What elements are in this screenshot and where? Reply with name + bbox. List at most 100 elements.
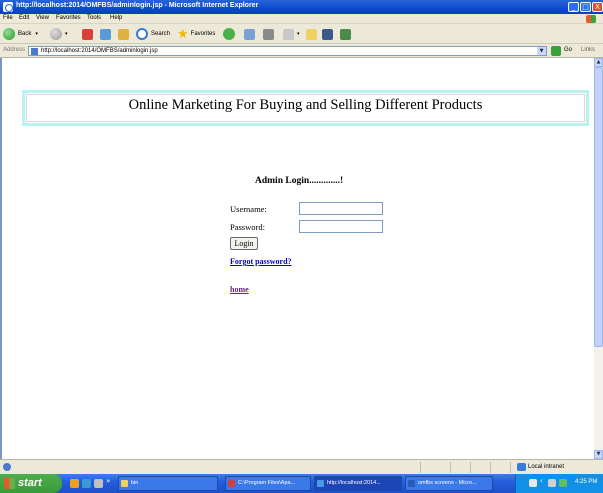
- password-field[interactable]: [299, 220, 383, 233]
- menu-bar: File Edit View Favorites Tools Help: [0, 14, 603, 24]
- mail-button[interactable]: [244, 27, 255, 41]
- tray-expand-icon[interactable]: ‹: [540, 477, 543, 485]
- research-icon: [322, 28, 333, 40]
- toolbar: Back ▾ ▾ Search ★ Favorites ▾: [0, 24, 603, 44]
- go-button[interactable]: Go: [564, 47, 572, 53]
- chevron-down-icon[interactable]: ▼: [537, 47, 546, 55]
- maximize-button[interactable]: □: [580, 2, 591, 12]
- password-label: Password:: [230, 222, 265, 232]
- address-input[interactable]: http://localhost:2014/OMFBS/adminlogin.j…: [28, 46, 547, 56]
- task-label: http://localhost:2014...: [327, 480, 381, 486]
- menu-edit[interactable]: Edit: [19, 15, 29, 21]
- favorites-label: Favorites: [190, 31, 216, 37]
- go-arrow-icon[interactable]: [551, 46, 561, 56]
- home-icon: [118, 28, 129, 40]
- page-status-icon: [3, 463, 11, 471]
- address-url: http://localhost:2014/OMFBS/adminlogin.j…: [41, 48, 158, 54]
- task-label: omfbs screens - Micro...: [418, 480, 477, 486]
- quicklaunch-ie-icon[interactable]: [82, 479, 91, 488]
- title-bar: http://localhost:2014/OMFBS/adminlogin.j…: [0, 0, 603, 14]
- username-field[interactable]: [299, 202, 383, 215]
- ie-icon: [317, 480, 324, 487]
- status-divider: [420, 462, 421, 473]
- search-button[interactable]: Search: [136, 27, 170, 41]
- windows-logo-icon: [4, 478, 15, 489]
- page-content: Online Marketing For Buying and Selling …: [0, 58, 594, 459]
- word-icon: [408, 480, 415, 487]
- menu-tools[interactable]: Tools: [87, 15, 101, 21]
- quicklaunch-more-icon[interactable]: »: [106, 477, 110, 485]
- history-button[interactable]: [223, 27, 235, 41]
- chevron-down-icon: ▾: [65, 31, 68, 37]
- start-label: start: [18, 477, 42, 489]
- print-icon: [263, 28, 274, 40]
- back-arrow-icon: [3, 28, 15, 40]
- tray-network-icon[interactable]: [548, 479, 556, 487]
- tray-keyboard-icon[interactable]: [529, 479, 537, 487]
- login-button[interactable]: Login: [230, 237, 258, 250]
- window-title: http://localhost:2014/OMFBS/adminlogin.j…: [16, 2, 259, 9]
- quicklaunch-firefox-icon[interactable]: [70, 479, 79, 488]
- mail-icon: [244, 28, 255, 40]
- tray-shield-icon[interactable]: [559, 479, 567, 487]
- research-button[interactable]: [322, 27, 333, 41]
- status-divider: [490, 462, 491, 473]
- edit-button[interactable]: ▾: [283, 27, 300, 41]
- vertical-scrollbar[interactable]: ▲ ▼: [594, 58, 603, 459]
- scroll-down-icon[interactable]: ▼: [594, 450, 603, 459]
- taskbar: start » bin C:\Program Files\Apa... http…: [0, 474, 603, 493]
- banner: Online Marketing For Buying and Selling …: [22, 90, 589, 126]
- quicklaunch-media-icon[interactable]: [94, 479, 103, 488]
- back-button[interactable]: Back ▾: [3, 27, 38, 41]
- home-toolbar-button[interactable]: [118, 27, 129, 41]
- task-label: bin: [131, 480, 139, 486]
- task-program-files[interactable]: C:\Program Files\Apa...: [225, 476, 311, 491]
- ie-logo-icon: [3, 2, 13, 12]
- messenger-icon: [340, 28, 351, 40]
- system-tray: ‹ 4:25 PM: [515, 474, 603, 493]
- start-button[interactable]: start: [0, 474, 62, 493]
- search-label: Search: [151, 31, 171, 37]
- clock: 4:25 PM: [575, 479, 598, 485]
- folder-icon: [306, 28, 317, 40]
- menu-view[interactable]: View: [36, 15, 49, 21]
- page-icon: [31, 48, 38, 55]
- refresh-button[interactable]: [100, 27, 111, 41]
- back-label: Back: [18, 31, 32, 37]
- username-label: Username:: [230, 204, 267, 214]
- forward-button[interactable]: ▾: [50, 27, 68, 41]
- task-word[interactable]: omfbs screens - Micro...: [405, 476, 493, 491]
- favorites-button[interactable]: ★ Favorites: [177, 27, 215, 41]
- menu-file[interactable]: File: [3, 15, 13, 21]
- login-heading: Admin Login.............!: [255, 176, 344, 186]
- task-browser[interactable]: http://localhost:2014...: [314, 476, 402, 491]
- minimize-button[interactable]: _: [568, 2, 579, 12]
- address-bar: Address http://localhost:2014/OMFBS/admi…: [0, 44, 603, 58]
- links-button[interactable]: Links: [581, 47, 595, 53]
- chevron-down-icon: ▾: [35, 31, 38, 37]
- intranet-icon: [517, 463, 526, 471]
- stop-icon: [82, 28, 93, 40]
- print-button[interactable]: [263, 27, 274, 41]
- address-label: Address: [3, 47, 26, 53]
- menu-favorites[interactable]: Favorites: [56, 15, 81, 21]
- apache-icon: [228, 480, 235, 487]
- edit-icon: [283, 28, 294, 40]
- menu-help[interactable]: Help: [110, 15, 122, 21]
- folder-button[interactable]: [306, 27, 317, 41]
- home-link[interactable]: home: [230, 285, 249, 294]
- scroll-up-icon[interactable]: ▲: [594, 58, 603, 67]
- forward-arrow-icon: [50, 28, 62, 40]
- task-label: C:\Program Files\Apa...: [238, 480, 296, 486]
- messenger-button[interactable]: [340, 27, 351, 41]
- scroll-thumb[interactable]: [594, 67, 603, 347]
- close-button[interactable]: X: [592, 2, 603, 12]
- search-icon: [136, 28, 148, 40]
- forgot-password-link[interactable]: Forgot password?: [230, 257, 292, 266]
- status-divider: [510, 462, 511, 473]
- status-divider: [450, 462, 451, 473]
- stop-button[interactable]: [82, 27, 93, 41]
- status-bar: Local intranet: [0, 459, 603, 474]
- refresh-icon: [100, 28, 111, 40]
- task-bin[interactable]: bin: [118, 476, 218, 491]
